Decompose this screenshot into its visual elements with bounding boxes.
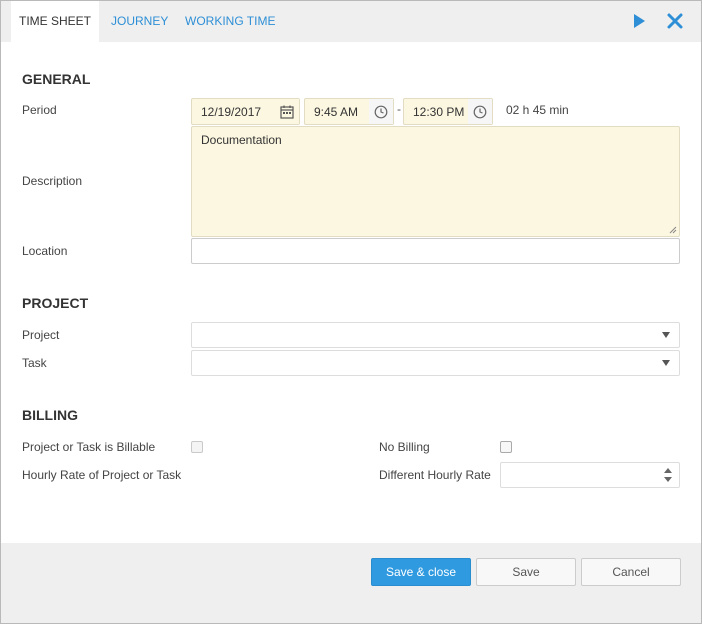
stepper-up-icon[interactable] bbox=[664, 468, 672, 473]
description-textarea[interactable]: Documentation bbox=[191, 126, 680, 237]
no-billing-checkbox[interactable] bbox=[500, 441, 512, 453]
description-value: Documentation bbox=[201, 133, 282, 147]
task-label: Task bbox=[22, 356, 47, 370]
dialog-footer: Save & close Save Cancel bbox=[1, 543, 701, 623]
section-title-billing: BILLING bbox=[22, 407, 78, 423]
clock-icon[interactable] bbox=[369, 99, 393, 124]
cancel-button[interactable]: Cancel bbox=[581, 558, 681, 586]
play-icon[interactable] bbox=[630, 12, 648, 30]
section-title-project: PROJECT bbox=[22, 295, 89, 311]
clock-icon[interactable] bbox=[468, 99, 492, 124]
chevron-down-icon[interactable] bbox=[653, 351, 679, 375]
start-time-value: 9:45 AM bbox=[314, 105, 359, 119]
period-label: Period bbox=[22, 103, 57, 117]
description-label: Description bbox=[22, 174, 83, 188]
date-value: 12/19/2017 bbox=[201, 105, 262, 119]
different-rate-input[interactable] bbox=[500, 462, 680, 488]
billable-label: Project or Task is Billable bbox=[22, 440, 156, 454]
calendar-icon[interactable] bbox=[275, 99, 299, 124]
tab-bar: TIME SHEET JOURNEY WORKING TIME bbox=[1, 1, 701, 42]
different-rate-label: Different Hourly Rate bbox=[379, 468, 491, 482]
task-select[interactable] bbox=[191, 350, 680, 376]
chevron-down-icon[interactable] bbox=[653, 323, 679, 347]
resize-handle-icon[interactable] bbox=[669, 226, 677, 234]
billable-checkbox[interactable] bbox=[191, 441, 203, 453]
date-field[interactable]: 12/19/2017 bbox=[191, 98, 300, 125]
location-input[interactable] bbox=[191, 238, 680, 264]
time-separator: - bbox=[397, 102, 401, 116]
location-label: Location bbox=[22, 244, 68, 258]
project-select[interactable] bbox=[191, 322, 680, 348]
start-time-field[interactable]: 9:45 AM bbox=[304, 98, 394, 125]
end-time-field[interactable]: 12:30 PM bbox=[403, 98, 493, 125]
number-stepper[interactable] bbox=[657, 463, 679, 487]
tab-journey[interactable]: JOURNEY bbox=[111, 1, 168, 42]
close-icon[interactable] bbox=[666, 12, 684, 30]
save-button[interactable]: Save bbox=[476, 558, 576, 586]
no-billing-label: No Billing bbox=[379, 440, 430, 454]
section-title-general: GENERAL bbox=[22, 71, 91, 87]
tab-time-sheet[interactable]: TIME SHEET bbox=[11, 1, 99, 42]
end-time-value: 12:30 PM bbox=[413, 105, 465, 119]
hourly-rate-label: Hourly Rate of Project or Task bbox=[22, 468, 182, 482]
time-sheet-dialog: TIME SHEET JOURNEY WORKING TIME GENERAL … bbox=[0, 0, 702, 624]
tab-working-time[interactable]: WORKING TIME bbox=[185, 1, 275, 42]
stepper-down-icon[interactable] bbox=[664, 477, 672, 482]
duration-text: 02 h 45 min bbox=[506, 103, 569, 117]
project-label: Project bbox=[22, 328, 60, 342]
save-and-close-button[interactable]: Save & close bbox=[371, 558, 471, 586]
